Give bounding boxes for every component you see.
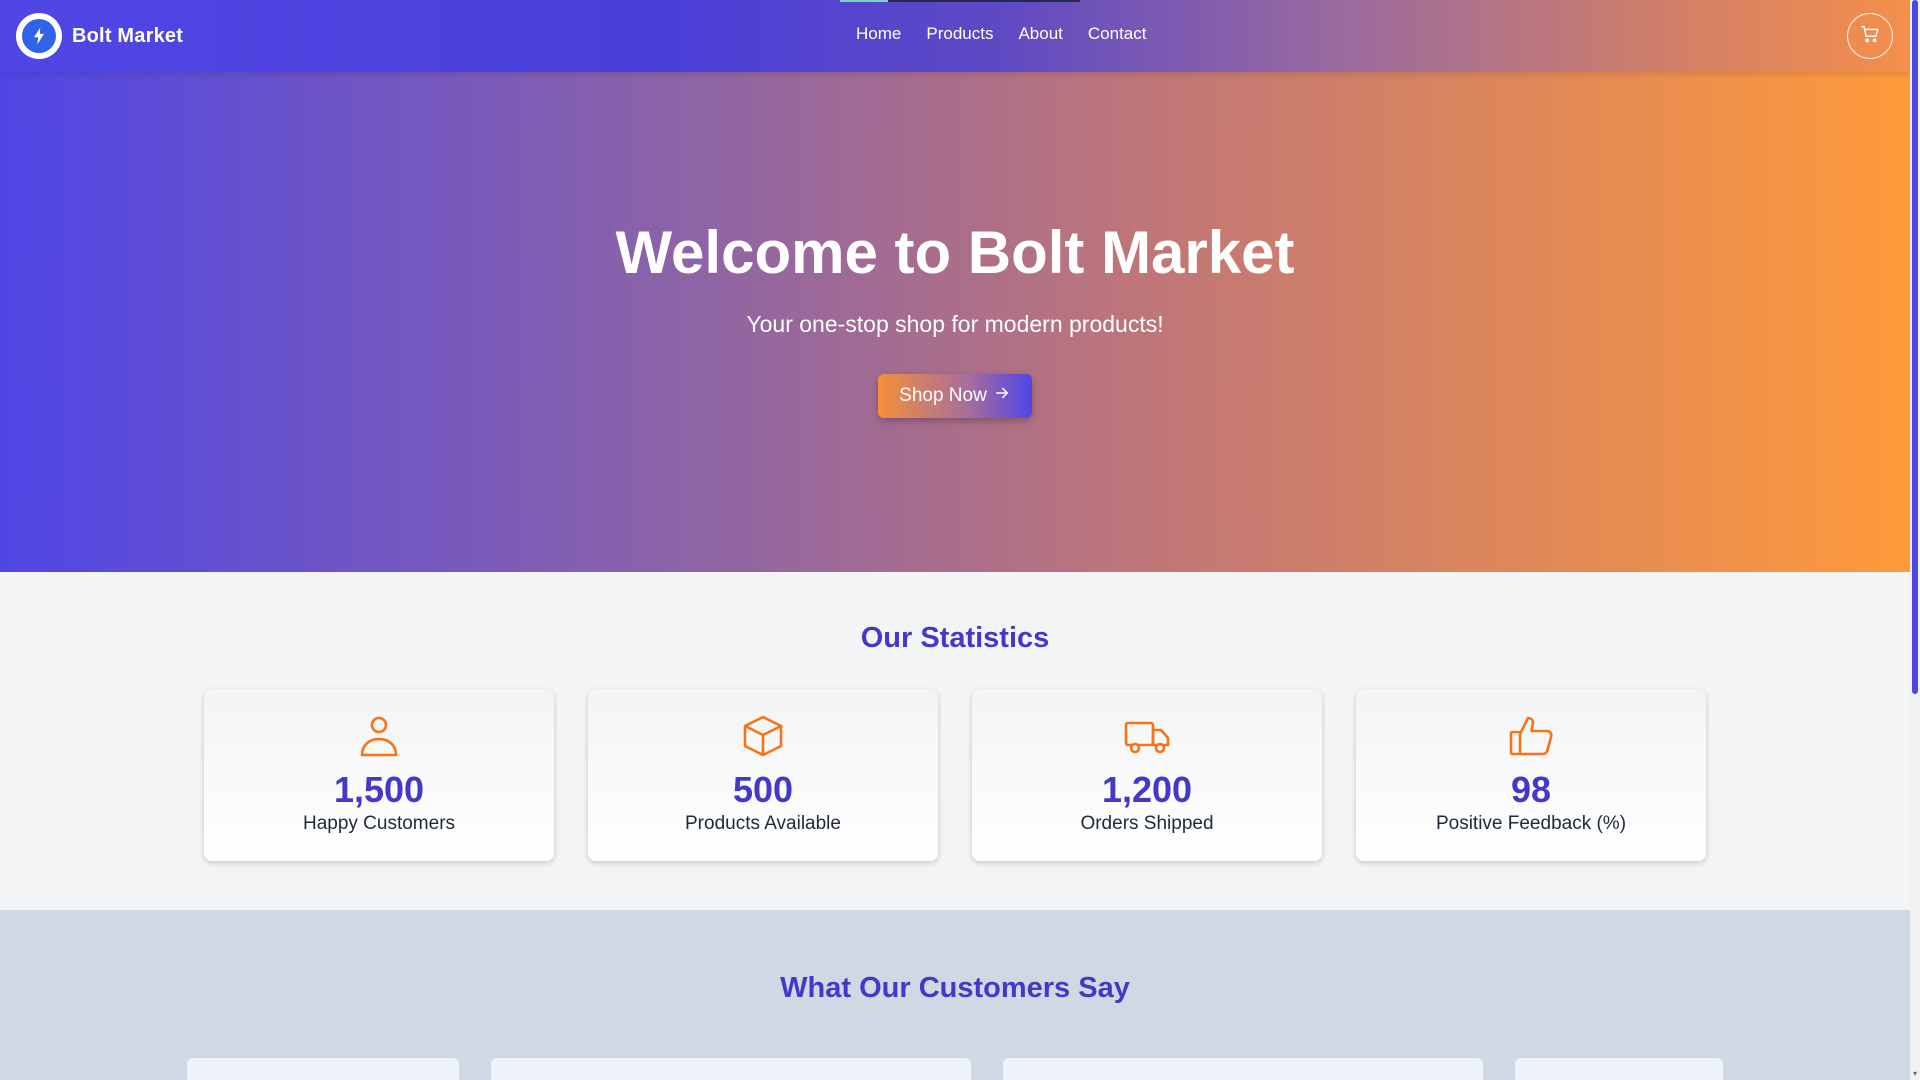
nav-products[interactable]: Products <box>926 24 993 44</box>
thumbs-up-icon <box>1356 713 1706 759</box>
hero-title: Welcome to Bolt Market <box>615 219 1295 286</box>
nav-home[interactable]: Home <box>856 24 901 44</box>
logo-badge <box>16 13 62 59</box>
cart-icon <box>1859 23 1881 49</box>
testimonial-card <box>1003 1058 1483 1080</box>
shop-now-label: Shop Now <box>899 385 987 406</box>
stat-card-orders: 1,200 Orders Shipped <box>972 689 1322 861</box>
testimonials-title: What Our Customers Say <box>780 972 1130 1004</box>
stat-value: 1,500 <box>333 769 425 810</box>
statistics-section: Our Statistics 1,500 Happy Customers 500… <box>0 572 1910 910</box>
hero-subtitle: Your one-stop shop for modern products! <box>746 311 1164 337</box>
statistics-title: Our Statistics <box>860 622 1050 654</box>
stat-label: Products Available <box>685 813 841 834</box>
shop-now-button[interactable]: Shop Now <box>878 374 1032 418</box>
scrollbar-thumb[interactable] <box>1912 0 1918 694</box>
testimonial-card <box>491 1058 971 1080</box>
stat-card-customers: 1,500 Happy Customers <box>204 689 554 861</box>
main-content: Welcome to Bolt Market Your one-stop sho… <box>0 0 1910 1080</box>
scroll-down-arrow-icon[interactable]: ▾ <box>1911 1070 1919 1078</box>
bolt-icon <box>22 19 56 53</box>
stat-value: 1,200 <box>1101 769 1193 810</box>
brand-logo-link[interactable]: Bolt Market <box>16 13 183 59</box>
hero-section: Welcome to Bolt Market Your one-stop sho… <box>0 0 1910 572</box>
stat-value: 98 <box>1510 769 1552 810</box>
testimonials-section: What Our Customers Say <box>0 910 1910 1080</box>
testimonial-card <box>187 1058 459 1080</box>
box-icon <box>588 713 938 759</box>
arrow-right-icon <box>993 384 1011 408</box>
page-scrollbar[interactable]: ▾ <box>1910 0 1920 1080</box>
page: Welcome to Bolt Market Your one-stop sho… <box>0 0 1920 1080</box>
stat-label: Happy Customers <box>302 813 456 834</box>
testimonial-card <box>1515 1058 1723 1080</box>
nav-about[interactable]: About <box>1018 24 1062 44</box>
stat-card-products: 500 Products Available <box>588 689 938 861</box>
stat-label: Orders Shipped <box>1080 813 1214 834</box>
stat-label: Positive Feedback (%) <box>1435 813 1627 834</box>
truck-icon <box>972 713 1322 759</box>
brand-name: Bolt Market <box>72 24 184 47</box>
stat-value: 500 <box>732 769 794 810</box>
stat-card-feedback: 98 Positive Feedback (%) <box>1356 689 1706 861</box>
header-progress-fill <box>840 0 888 2</box>
nav-contact[interactable]: Contact <box>1088 24 1147 44</box>
cart-button[interactable] <box>1847 13 1893 59</box>
site-header: Bolt Market Home Products About Contact <box>0 0 1910 72</box>
main-nav: Home Products About Contact <box>856 24 1146 44</box>
user-icon <box>204 713 554 759</box>
